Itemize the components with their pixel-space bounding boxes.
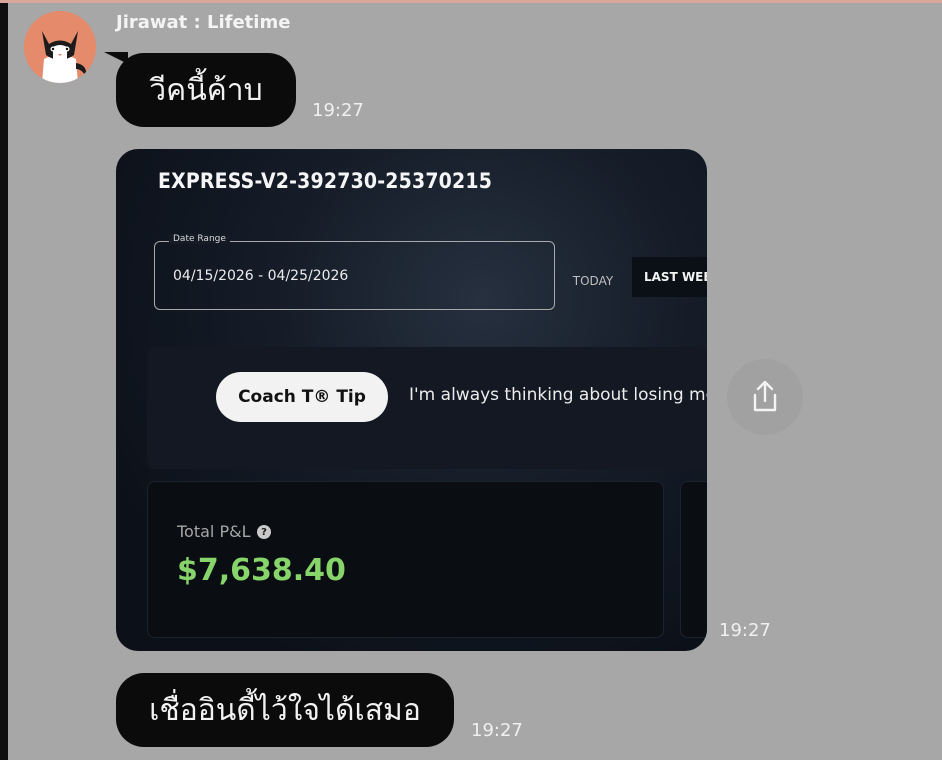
date-range-field: Date Range 04/15/2026 - 04/25/2026	[154, 234, 555, 310]
today-button: TODAY	[572, 274, 614, 288]
message-bubble[interactable]: เชื่ออินดี้ไว้ใจได้เสมอ	[116, 673, 454, 747]
secondary-stat-card	[680, 481, 707, 638]
date-range-value: 04/15/2026 - 04/25/2026	[173, 268, 349, 284]
total-pl-label: Total P&L	[177, 522, 251, 541]
date-range-label: Date Range	[169, 234, 230, 244]
message-bubble[interactable]: วีคนี้ค้าบ	[116, 53, 296, 127]
share-button[interactable]	[727, 359, 803, 435]
sender-name: Jirawat : Lifetime	[116, 12, 291, 33]
window-left-edge	[0, 0, 8, 760]
total-pl-value: $7,638.40	[177, 553, 346, 588]
message-time: 19:27	[471, 720, 523, 741]
sender-avatar[interactable]	[24, 11, 96, 83]
message-text: วีคนี้ค้าบ	[149, 72, 263, 108]
account-id-title: EXPRESS-V2-392730-25370215	[158, 169, 493, 193]
last-week-button: LAST WEEK	[632, 257, 707, 297]
message-text: เชื่ออินดี้ไว้ใจได้เสมอ	[149, 692, 421, 728]
help-icon: ?	[257, 525, 271, 539]
message-time: 19:27	[719, 620, 771, 641]
shared-screenshot-message[interactable]: EXPRESS-V2-392730-25370215 Date Range 04…	[116, 149, 707, 651]
share-icon	[753, 380, 777, 412]
window-top-edge	[0, 0, 942, 3]
coach-tip-badge: Coach T® Tip	[216, 372, 388, 422]
cat-avatar-icon	[24, 11, 96, 83]
message-time: 19:27	[312, 100, 364, 121]
coach-tip-text: I'm always thinking about losing mor	[409, 385, 707, 405]
